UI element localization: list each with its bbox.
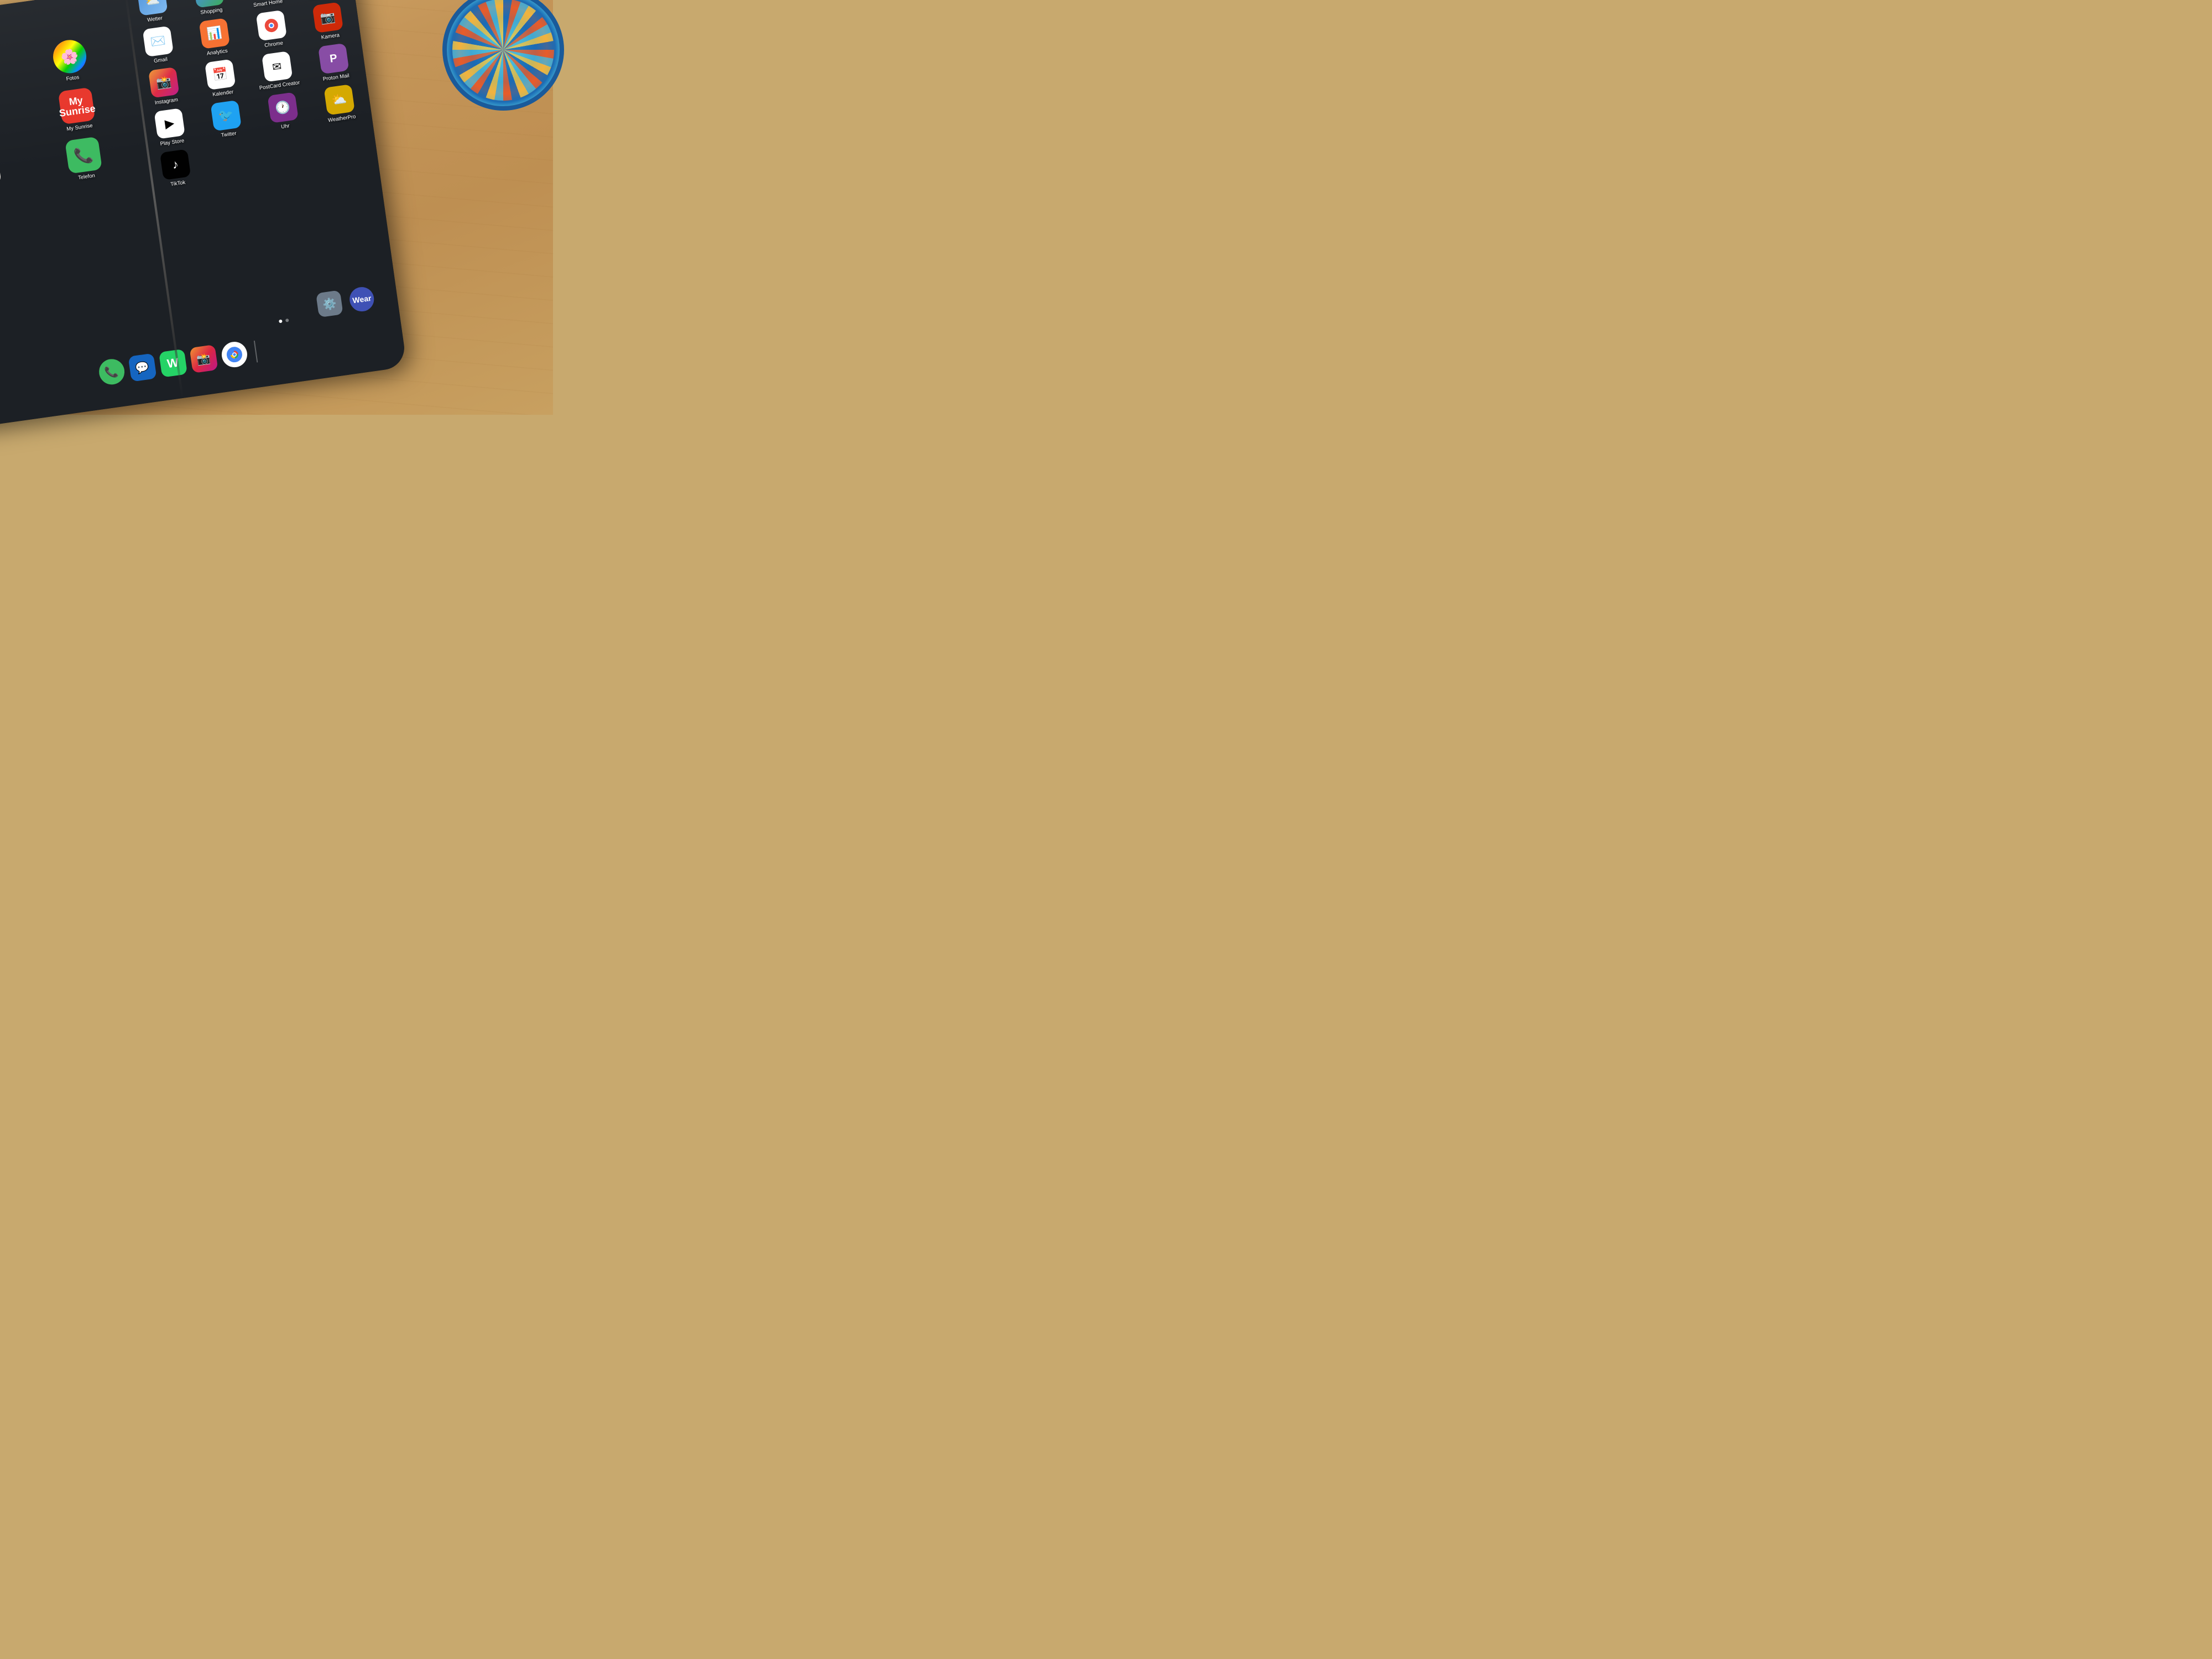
app-shopping[interactable]: 🛒 Shopping	[180, 0, 238, 18]
app-my-sunrise[interactable]: MySunrise My Sunrise	[25, 82, 129, 137]
playstore-label: Play Store	[160, 138, 185, 147]
wear-dock-icon: Wear	[348, 285, 376, 313]
smarthome-label: Smart Home	[253, 0, 283, 8]
playstore-icon: ▶	[154, 108, 185, 139]
wetter-label: Wetter	[147, 15, 163, 23]
instagram-icon: 📸	[148, 67, 179, 98]
app-telefon[interactable]: 📞 Telefon	[32, 132, 136, 186]
empty-slot-2	[259, 135, 292, 174]
dock-instagram-icon[interactable]: 📸	[189, 345, 218, 373]
settings-dock-icon: ⚙️	[316, 290, 343, 317]
telefon-label: Telefon	[78, 173, 96, 181]
app-postcard[interactable]: ✉ PostCard Creator	[248, 49, 307, 92]
right-dock-icons: ⚙️ Wear	[316, 285, 375, 317]
dock-whatsapp-icon[interactable]: W	[159, 349, 187, 378]
tiktok-icon: ♪	[160, 149, 191, 180]
app-chrome[interactable]: Chrome	[242, 8, 301, 51]
gmail-label: Gmail	[153, 56, 168, 64]
protonmail-label: Proton Mail	[322, 72, 349, 82]
dock-messages-icon[interactable]: 💬	[128, 353, 156, 382]
gmail-icon: ✉️	[143, 26, 174, 57]
app-messages[interactable]: 💬 Messages	[0, 97, 28, 152]
app-twitter[interactable]: 🐦 Twitter	[197, 98, 256, 141]
app-facebook[interactable]: f Facebook	[0, 48, 22, 102]
weatherpro-icon: ⛅	[324, 84, 354, 115]
dock-wear[interactable]: Wear	[348, 285, 376, 313]
app-gmail[interactable]: ✉️ Gmail	[129, 24, 188, 67]
kamera-icon: 📷	[312, 2, 343, 33]
my-sunrise-label: My Sunrise	[66, 123, 93, 133]
postcard-icon: ✉	[262, 51, 293, 82]
phone-screen: Microsoft Mobilität Speedtest Werkzeuge …	[0, 0, 407, 430]
chrome-icon	[255, 10, 286, 41]
kalender-icon: 📅	[205, 59, 236, 90]
dock-settings[interactable]: ⚙️	[316, 290, 343, 317]
postcard-label: PostCard Creator	[259, 80, 300, 91]
fotos-label: Fotos	[66, 74, 80, 82]
app-smarthome[interactable]: 🏠 Smart Home	[237, 0, 295, 10]
dock-phone-icon[interactable]: 📞	[97, 357, 126, 386]
kamera-label: Kamera	[321, 32, 340, 41]
page-indicator	[279, 319, 289, 323]
analytics-label: Analytics	[206, 48, 228, 57]
twitter-label: Twitter	[221, 131, 237, 139]
app-sonos[interactable]: SONOS Sonos	[0, 146, 35, 201]
tiktok-label: TikTok	[170, 180, 186, 188]
page-dot-2	[285, 319, 289, 322]
sonos-icon: SONOS	[0, 150, 1, 188]
einstellungen-label: Einstellungen	[309, 0, 341, 1]
app-weatherpro[interactable]: ⛅ WeatherPro	[310, 82, 369, 126]
left-app-grid: f Facebook 🌸 Fotos 💬 Messages	[0, 33, 136, 201]
chrome-label: Chrome	[264, 40, 284, 49]
app-fotos[interactable]: 🌸 Fotos	[18, 33, 122, 88]
app-uhr[interactable]: 🕐 Uhr	[254, 90, 312, 133]
app-protonmail[interactable]: P Proton Mail	[305, 41, 363, 84]
right-app-grid: ⛅ Wetter 🛒 Shopping 🏠 Smart Home	[123, 0, 375, 190]
empty-slot-1	[203, 143, 236, 182]
uhr-icon: 🕐	[267, 92, 298, 123]
empty-slot-3	[316, 127, 349, 166]
twitter-icon: 🐦	[211, 100, 242, 131]
app-kamera[interactable]: 📷 Kamera	[299, 0, 357, 43]
app-instagram[interactable]: 📸 Instagram	[135, 65, 194, 108]
my-sunrise-icon: MySunrise	[58, 87, 96, 125]
app-kalender[interactable]: 📅 Kalender	[191, 57, 250, 100]
page-dot-1	[279, 320, 283, 324]
app-analytics[interactable]: 📊 Analytics	[186, 16, 244, 59]
wetter-icon: ⛅	[137, 0, 168, 16]
app-playstore[interactable]: ▶ Play Store	[140, 106, 199, 149]
analytics-icon: 📊	[199, 18, 230, 49]
dock-separator	[253, 341, 258, 363]
dock-chrome-icon[interactable]	[220, 340, 248, 369]
app-tiktok[interactable]: ♪ TikTok	[147, 147, 205, 190]
fotos-icon: 🌸	[51, 38, 88, 75]
protonmail-icon: P	[318, 43, 349, 74]
phone-device: Microsoft Mobilität Speedtest Werkzeuge …	[0, 0, 407, 430]
telefon-icon: 📞	[65, 137, 102, 174]
weatherpro-label: WeatherPro	[328, 113, 357, 123]
app-wetter[interactable]: ⛅ Wetter	[123, 0, 182, 26]
shopping-label: Shopping	[200, 7, 223, 15]
kalender-label: Kalender	[212, 89, 234, 98]
instagram-label: Instagram	[154, 97, 178, 106]
uhr-label: Uhr	[281, 123, 290, 130]
